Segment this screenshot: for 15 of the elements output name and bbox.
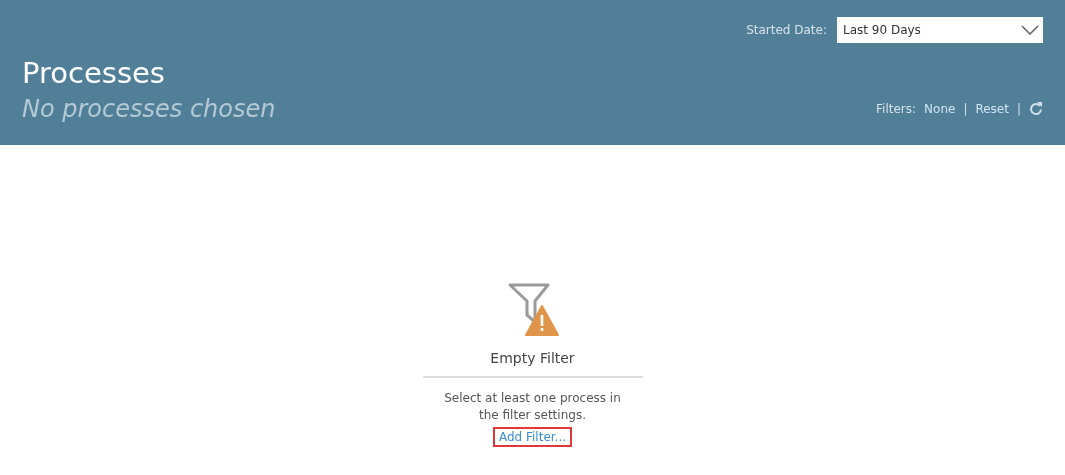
filters-label: Filters: [876,101,917,116]
page-title: Processes [22,55,166,92]
refresh-icon[interactable] [1029,101,1043,116]
separator: | [1016,101,1021,116]
date-label: Started Date: [746,23,827,37]
reset-link[interactable]: Reset [975,101,1009,116]
date-dropdown[interactable]: Last 90 Days [837,17,1043,43]
empty-state-message: Select at least one process in the filter settings. [443,390,622,424]
add-filter-link[interactable]: Add Filter... [492,427,573,447]
chevron-icon [1021,25,1039,35]
separator: | [963,101,968,116]
filters-link[interactable]: None [924,101,956,116]
page-subtitle: No processes chosen [22,94,276,125]
filter-warning-icon [506,282,559,338]
empty-state-title: Empty Filter [422,350,643,378]
